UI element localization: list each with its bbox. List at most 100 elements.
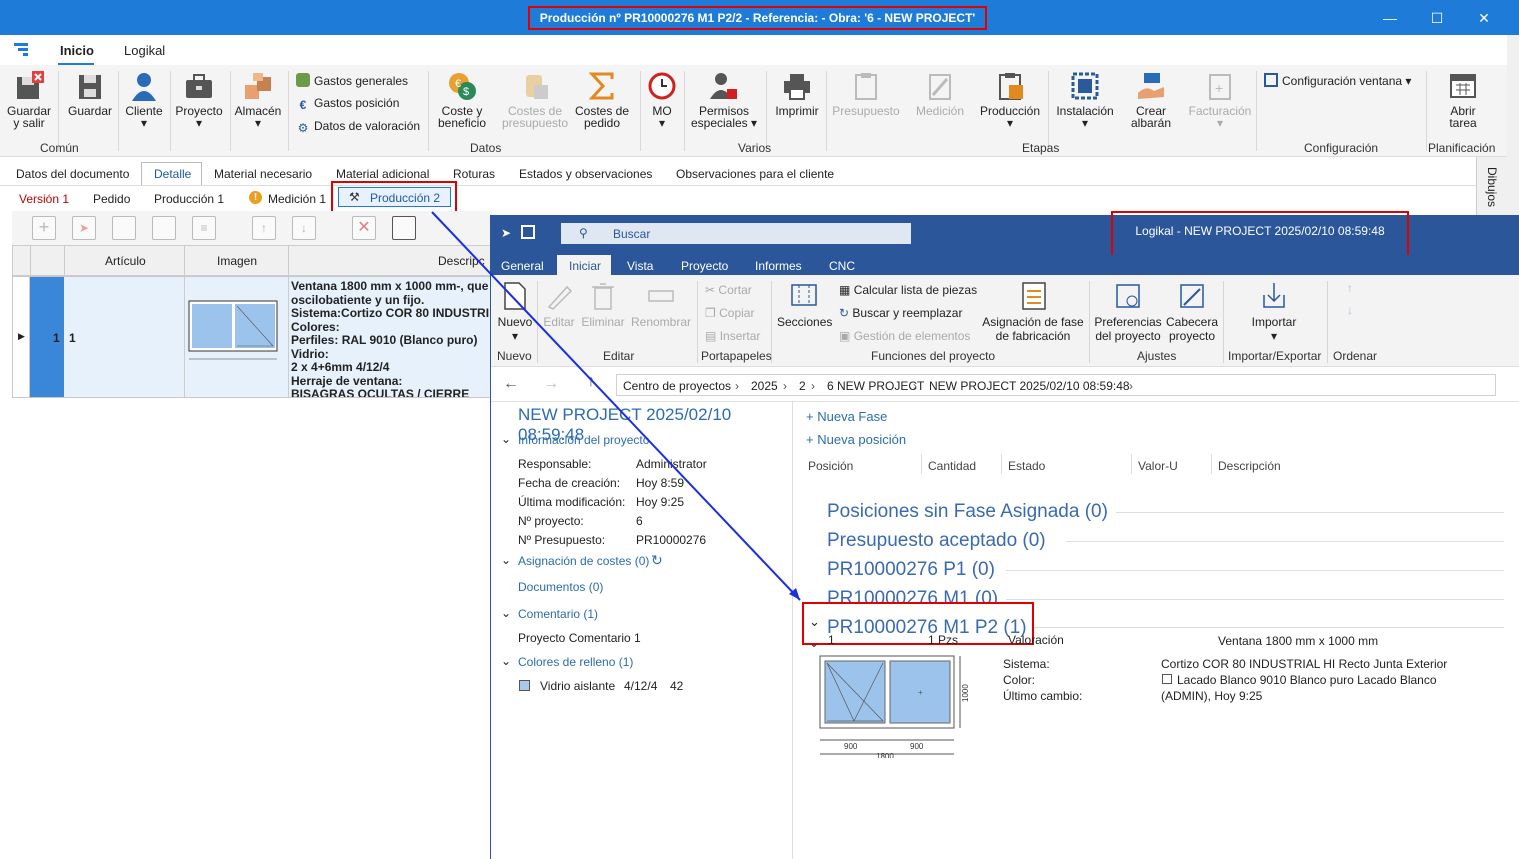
col-valor-u[interactable]: Valor-U bbox=[1138, 459, 1178, 473]
ltab-cnc[interactable]: CNC bbox=[829, 259, 855, 273]
comentario-header[interactable]: Comentario (1) bbox=[518, 607, 598, 621]
list-icon[interactable]: ≡ bbox=[192, 216, 216, 240]
imprimir-button[interactable]: Imprimir bbox=[772, 71, 822, 117]
subtab-medicion-1[interactable]: Medición 1 bbox=[268, 192, 326, 206]
insertar-button[interactable]: ▤ Insertar bbox=[705, 329, 760, 343]
tab-roturas[interactable]: Roturas bbox=[453, 167, 495, 181]
arrow-up-icon[interactable]: ↑ bbox=[252, 216, 276, 240]
tab-detalle[interactable]: Detalle bbox=[154, 167, 191, 181]
col-posicion[interactable]: Posición bbox=[808, 459, 853, 473]
guardar-salir-button[interactable]: Guardar y salir bbox=[6, 71, 52, 129]
col-articulo[interactable]: Artículo bbox=[105, 254, 146, 268]
minimize-button[interactable]: — bbox=[1380, 8, 1400, 28]
instalacion-button[interactable]: Instalación ▾ bbox=[1054, 71, 1116, 129]
col-estado[interactable]: Estado bbox=[1008, 459, 1045, 473]
produccion-button[interactable]: Producción ▾ bbox=[978, 71, 1042, 129]
ltab-informes[interactable]: Informes bbox=[755, 259, 802, 273]
renombrar-button[interactable]: Renombrar bbox=[629, 281, 693, 329]
subtab-pedido[interactable]: Pedido bbox=[93, 192, 130, 206]
coste-beneficio-button[interactable]: € $ Coste y beneficio bbox=[434, 71, 490, 129]
abrir-tarea-button[interactable]: Abrir tarea bbox=[1436, 71, 1490, 129]
presupuesto-button[interactable]: Presupuesto bbox=[830, 71, 902, 117]
structure-icon[interactable] bbox=[112, 216, 136, 240]
ltab-iniciar[interactable]: Iniciar bbox=[557, 255, 611, 275]
nueva-fase-button[interactable]: + Nueva Fase bbox=[806, 409, 887, 424]
buscar-reemplazar-button[interactable]: ↻ Buscar y reemplazar bbox=[839, 306, 962, 320]
side-tab-dibujos[interactable]: Dibujos bbox=[1485, 167, 1499, 207]
phase-m1-p2[interactable]: PR10000276 M1 P2 (1) bbox=[827, 617, 1027, 639]
mo-button[interactable]: MO ▾ bbox=[644, 71, 680, 129]
tab-inicio[interactable]: Inicio bbox=[60, 43, 94, 58]
ltab-general[interactable]: General bbox=[501, 259, 544, 273]
importar-button[interactable]: Importar ▾ bbox=[1241, 281, 1307, 343]
chevron-down-icon[interactable]: ⌄ bbox=[501, 606, 511, 620]
up-icon[interactable]: ↑ bbox=[587, 373, 595, 391]
chart-icon[interactable] bbox=[152, 216, 176, 240]
eliminar-button[interactable]: Eliminar bbox=[581, 281, 625, 329]
crumb-project[interactable]: 6 NEW PROJECT bbox=[827, 379, 924, 393]
crumb-centro[interactable]: Centro de proyectos bbox=[623, 379, 731, 393]
secciones-button[interactable]: Secciones bbox=[777, 281, 832, 329]
info-header[interactable]: Información del proyecto bbox=[518, 433, 649, 447]
subtab-version-1[interactable]: Versión 1 bbox=[19, 192, 69, 206]
table-row[interactable]: ▶ 1 1 Ventana 1800 mm x 1000 mm-, que os… bbox=[12, 276, 492, 398]
column-settings-icon[interactable] bbox=[392, 216, 416, 240]
chevron-down-icon[interactable]: ⌄ bbox=[501, 432, 511, 446]
crumb-2025[interactable]: 2025 bbox=[751, 379, 778, 393]
col-cantidad[interactable]: Cantidad bbox=[928, 459, 976, 473]
send-icon[interactable]: ➤ bbox=[72, 216, 96, 240]
permisos-especiales-button[interactable]: Permisos especiales ▾ bbox=[688, 71, 760, 129]
chevron-down-icon[interactable]: ⌄ bbox=[809, 636, 819, 650]
tab-estados-observaciones[interactable]: Estados y observaciones bbox=[519, 167, 652, 181]
colores-header[interactable]: Colores de relleno (1) bbox=[518, 655, 633, 669]
delete-icon[interactable]: ✕ bbox=[352, 216, 376, 240]
search-input[interactable]: ⚲ Buscar bbox=[561, 223, 911, 244]
gastos-generales-button[interactable]: Gastos generales bbox=[296, 73, 408, 88]
chevron-down-icon[interactable]: ⌄ bbox=[809, 614, 820, 630]
phase-p1[interactable]: PR10000276 P1 (0) bbox=[827, 559, 995, 581]
preferencias-button[interactable]: Preferencias del proyecto bbox=[1093, 281, 1163, 343]
add-icon[interactable]: + bbox=[32, 216, 56, 240]
cliente-button[interactable]: Cliente ▾ bbox=[122, 71, 166, 129]
editar-button[interactable]: Editar bbox=[541, 281, 577, 329]
move-down-icon[interactable]: ↓ bbox=[1347, 303, 1353, 317]
back-icon[interactable]: ← bbox=[503, 375, 519, 393]
nuevo-button[interactable]: Nuevo ▾ bbox=[495, 281, 535, 343]
chevron-down-icon[interactable]: ⌄ bbox=[501, 654, 511, 668]
col-descripcion[interactable]: Descripción bbox=[1218, 459, 1281, 473]
cortar-button[interactable]: ✂ Cortar bbox=[705, 283, 752, 297]
tab-datos-documento[interactable]: Datos del documento bbox=[16, 167, 129, 181]
subtab-produccion-1[interactable]: Producción 1 bbox=[154, 192, 224, 206]
tab-material-adicional[interactable]: Material adicional bbox=[336, 167, 429, 181]
facturacion-button[interactable]: + Facturación ▾ bbox=[1184, 71, 1256, 129]
ltab-vista[interactable]: Vista bbox=[627, 259, 653, 273]
gastos-posicion-button[interactable]: € Gastos posición bbox=[296, 96, 400, 112]
copiar-button[interactable]: ❐ Copiar bbox=[705, 306, 754, 320]
phase-presupuesto-aceptado[interactable]: Presupuesto aceptado (0) bbox=[827, 530, 1046, 552]
ltab-proyecto[interactable]: Proyecto bbox=[681, 259, 728, 273]
gestion-elementos-button[interactable]: ▣ Gestión de elementos bbox=[839, 329, 970, 343]
configuracion-ventana-button[interactable]: Configuración ventana ▾ bbox=[1264, 73, 1411, 88]
col-descripcion[interactable]: Descripc bbox=[438, 254, 485, 268]
cabecera-button[interactable]: Cabecera proyecto bbox=[1165, 281, 1219, 343]
costes-presupuesto-button[interactable]: Costes de presupuesto bbox=[498, 71, 572, 129]
nueva-posicion-button[interactable]: + Nueva posición bbox=[806, 432, 906, 447]
proyecto-button[interactable]: Proyecto ▾ bbox=[172, 71, 226, 129]
tab-observaciones-cliente[interactable]: Observaciones para el cliente bbox=[676, 167, 834, 181]
crumb-current[interactable]: NEW PROJECT 2025/02/10 08:59:48 bbox=[929, 379, 1130, 393]
phase-sin-fase[interactable]: Posiciones sin Fase Asignada (0) bbox=[827, 501, 1108, 523]
crear-albaran-button[interactable]: Crear albarán bbox=[1124, 71, 1178, 129]
layout-icon[interactable] bbox=[521, 225, 535, 239]
col-imagen[interactable]: Imagen bbox=[217, 254, 257, 268]
asignacion-costes[interactable]: Asignación de costes (0) bbox=[518, 554, 649, 568]
costes-pedido-button[interactable]: Costes de pedido bbox=[572, 71, 632, 129]
arrow-down-icon[interactable]: ↓ bbox=[292, 216, 316, 240]
refresh-icon[interactable]: ↻ bbox=[651, 552, 663, 569]
asignacion-fase-button[interactable]: Asignación de fase de fabricación bbox=[981, 281, 1085, 343]
guardar-button[interactable]: Guardar bbox=[66, 71, 114, 117]
datos-valoracion-button[interactable]: ⚙ Datos de valoración bbox=[296, 119, 420, 135]
navigate-icon[interactable]: ➤ bbox=[501, 226, 511, 240]
calcular-button[interactable]: ▦ Calcular lista de piezas bbox=[839, 283, 977, 297]
app-menu-icon[interactable] bbox=[14, 43, 30, 57]
move-up-icon[interactable]: ↑ bbox=[1347, 281, 1353, 295]
